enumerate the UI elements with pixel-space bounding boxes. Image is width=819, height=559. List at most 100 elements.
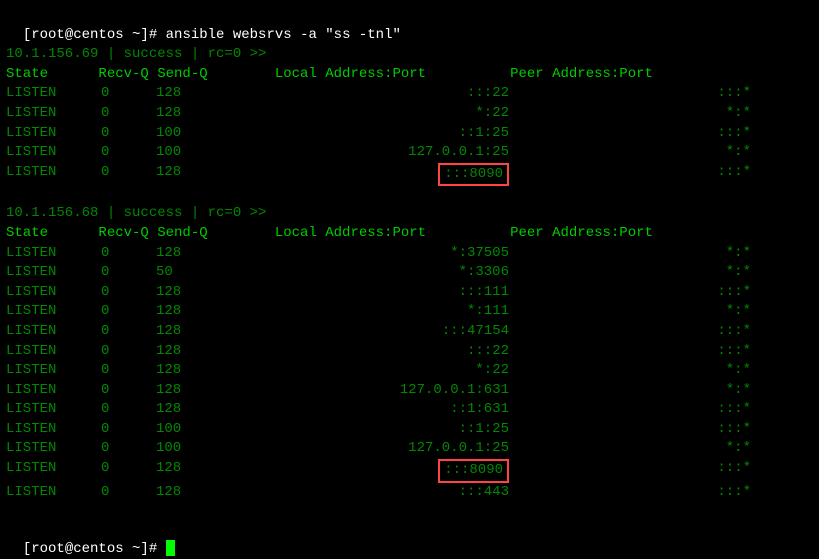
peer-addr-cell: *:* xyxy=(521,361,751,381)
state-cell: LISTEN xyxy=(6,263,101,283)
socket-row: LISTEN0128*:22*:* xyxy=(6,361,813,381)
host2-column-header: State Recv-Q Send-Q Local Address:Port P… xyxy=(6,224,813,244)
peer-addr-cell: :::* xyxy=(521,342,751,362)
state-cell: LISTEN xyxy=(6,163,101,187)
state-cell: LISTEN xyxy=(6,143,101,163)
state-cell: LISTEN xyxy=(6,459,101,483)
state-cell: LISTEN xyxy=(6,124,101,144)
sendq-cell: 128 xyxy=(156,483,241,503)
socket-row: LISTEN050*:3306*:* xyxy=(6,263,813,283)
socket-row: LISTEN0128:::22:::* xyxy=(6,342,813,362)
sendq-cell: 50 xyxy=(156,263,241,283)
socket-row: LISTEN0128:::443:::* xyxy=(6,483,813,503)
final-prompt-line[interactable]: [root@centos ~]# xyxy=(6,520,813,559)
state-cell: LISTEN xyxy=(6,361,101,381)
state-cell: LISTEN xyxy=(6,342,101,362)
local-addr-cell: :::22 xyxy=(241,342,521,362)
local-addr-cell: ::1:631 xyxy=(241,400,521,420)
recvq-cell: 0 xyxy=(101,163,156,187)
recvq-cell: 0 xyxy=(101,342,156,362)
cursor xyxy=(166,540,175,556)
peer-addr-cell: :::* xyxy=(521,322,751,342)
recvq-cell: 0 xyxy=(101,361,156,381)
recvq-cell: 0 xyxy=(101,420,156,440)
sendq-cell: 128 xyxy=(156,84,241,104)
local-addr-cell: :::8090 xyxy=(241,459,521,483)
peer-addr-cell: *:* xyxy=(521,143,751,163)
host1-data-rows: LISTEN0128:::22:::*LISTEN0128*:22*:*LIST… xyxy=(6,84,813,186)
peer-addr-cell: :::* xyxy=(521,283,751,303)
socket-row: LISTEN0100127.0.0.1:25*:* xyxy=(6,143,813,163)
socket-row: LISTEN0128:::22:::* xyxy=(6,84,813,104)
command-prompt-line: [root@centos ~]# ansible websrvs -a "ss … xyxy=(6,6,813,45)
recvq-cell: 0 xyxy=(101,104,156,124)
sendq-cell: 128 xyxy=(156,283,241,303)
host1-result-header: 10.1.156.69 | success | rc=0 >> xyxy=(6,45,813,65)
sendq-cell: 100 xyxy=(156,439,241,459)
local-addr-cell: *:3306 xyxy=(241,263,521,283)
peer-addr-cell: *:* xyxy=(521,381,751,401)
local-addr-cell: *:22 xyxy=(241,104,521,124)
recvq-cell: 0 xyxy=(101,459,156,483)
state-cell: LISTEN xyxy=(6,244,101,264)
local-addr-cell: ::1:25 xyxy=(241,420,521,440)
local-addr-cell: :::8090 xyxy=(241,163,521,187)
state-cell: LISTEN xyxy=(6,302,101,322)
recvq-cell: 0 xyxy=(101,143,156,163)
recvq-cell: 0 xyxy=(101,439,156,459)
state-cell: LISTEN xyxy=(6,322,101,342)
local-addr-cell: *:22 xyxy=(241,361,521,381)
socket-row: LISTEN0128:::8090:::* xyxy=(6,163,813,187)
recvq-cell: 0 xyxy=(101,302,156,322)
peer-addr-cell: *:* xyxy=(521,302,751,322)
socket-row: LISTEN0128127.0.0.1:631*:* xyxy=(6,381,813,401)
peer-addr-cell: :::* xyxy=(521,400,751,420)
host1-column-header: State Recv-Q Send-Q Local Address:Port P… xyxy=(6,65,813,85)
peer-addr-cell: :::* xyxy=(521,459,751,483)
recvq-cell: 0 xyxy=(101,283,156,303)
sendq-cell: 128 xyxy=(156,459,241,483)
sendq-cell: 128 xyxy=(156,361,241,381)
recvq-cell: 0 xyxy=(101,322,156,342)
socket-row: LISTEN0128::1:631:::* xyxy=(6,400,813,420)
local-addr-cell: :::47154 xyxy=(241,322,521,342)
sendq-cell: 128 xyxy=(156,163,241,187)
peer-addr-cell: :::* xyxy=(521,163,751,187)
sendq-cell: 128 xyxy=(156,400,241,420)
peer-addr-cell: :::* xyxy=(521,84,751,104)
socket-row: LISTEN0128*:37505*:* xyxy=(6,244,813,264)
sendq-cell: 128 xyxy=(156,302,241,322)
sendq-cell: 128 xyxy=(156,104,241,124)
peer-addr-cell: *:* xyxy=(521,244,751,264)
recvq-cell: 0 xyxy=(101,400,156,420)
local-addr-cell: 127.0.0.1:631 xyxy=(241,381,521,401)
recvq-cell: 0 xyxy=(101,381,156,401)
state-cell: LISTEN xyxy=(6,104,101,124)
state-cell: LISTEN xyxy=(6,381,101,401)
sendq-cell: 128 xyxy=(156,244,241,264)
sendq-cell: 128 xyxy=(156,342,241,362)
local-addr-cell: 127.0.0.1:25 xyxy=(241,143,521,163)
recvq-cell: 0 xyxy=(101,124,156,144)
command-text: ansible websrvs -a "ss -tnl" xyxy=(166,27,401,43)
sendq-cell: 100 xyxy=(156,124,241,144)
socket-row: LISTEN0100::1:25:::* xyxy=(6,124,813,144)
recvq-cell: 0 xyxy=(101,84,156,104)
sendq-cell: 128 xyxy=(156,381,241,401)
state-cell: LISTEN xyxy=(6,439,101,459)
peer-addr-cell: :::* xyxy=(521,483,751,503)
peer-addr-cell: *:* xyxy=(521,439,751,459)
sendq-cell: 100 xyxy=(156,420,241,440)
local-addr-cell: :::22 xyxy=(241,84,521,104)
socket-row: LISTEN0128:::8090:::* xyxy=(6,459,813,483)
recvq-cell: 0 xyxy=(101,263,156,283)
host2-result-header: 10.1.156.68 | success | rc=0 >> xyxy=(6,204,813,224)
socket-row: LISTEN0100::1:25:::* xyxy=(6,420,813,440)
sendq-cell: 128 xyxy=(156,322,241,342)
local-addr-cell: 127.0.0.1:25 xyxy=(241,439,521,459)
host2-data-rows: LISTEN0128*:37505*:*LISTEN050*:3306*:*LI… xyxy=(6,244,813,503)
state-cell: LISTEN xyxy=(6,84,101,104)
recvq-cell: 0 xyxy=(101,483,156,503)
local-addr-cell: ::1:25 xyxy=(241,124,521,144)
prompt-prefix: [root@centos ~]# xyxy=(23,541,166,557)
